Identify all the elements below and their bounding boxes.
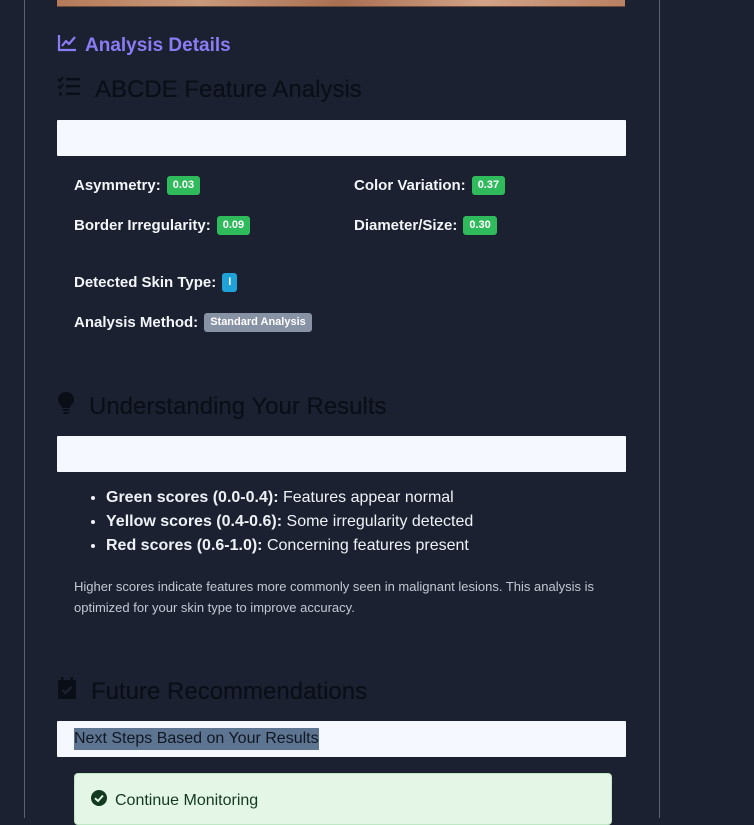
score-badge: 0.37 (471, 176, 506, 195)
score-badge: 0.30 (463, 216, 497, 235)
skin-type-badge: I (222, 273, 238, 292)
feature-diameter-size: Diameter/Size: 0.30 (354, 216, 497, 235)
feature-label: Asymmetry: (74, 177, 161, 194)
feature-label: Diameter/Size: (354, 217, 458, 234)
abcde-header-band (57, 120, 626, 156)
understanding-header-band (57, 436, 626, 472)
lesion-image (57, 0, 625, 7)
monitoring-alert: Continue Monitoring (74, 773, 612, 825)
list-item: Yellow scores (0.4-0.6): Some irregulari… (106, 512, 473, 532)
analysis-details-link[interactable]: Analysis Details (57, 34, 231, 58)
chart-line-icon (57, 34, 77, 58)
calendar-check-icon (57, 676, 77, 707)
analysis-method-badge: Standard Analysis (204, 313, 312, 332)
feature-border-irregularity: Border Irregularity: 0.09 (74, 216, 251, 235)
skin-type-label: Detected Skin Type: (74, 274, 217, 291)
understanding-section-title: Understanding Your Results (57, 391, 387, 422)
lightbulb-icon (57, 391, 75, 422)
feature-color-variation: Color Variation: 0.37 (354, 176, 506, 195)
score-legend-list: Green scores (0.0-0.4): Features appear … (74, 488, 473, 560)
feature-label: Color Variation: (354, 177, 466, 194)
next-steps-heading: Next Steps Based on Your Results (74, 728, 319, 750)
future-title: Future Recommendations (91, 677, 368, 705)
abcde-title: ABCDE Feature Analysis (95, 75, 362, 103)
analysis-details-label: Analysis Details (85, 35, 231, 56)
skin-type-row: Detected Skin Type: I (74, 273, 238, 292)
abcde-section-title: ABCDE Feature Analysis (57, 75, 362, 104)
feature-label: Border Irregularity: (74, 217, 211, 234)
results-note: Higher scores indicate features more com… (74, 579, 594, 615)
list-item: Green scores (0.0-0.4): Features appear … (106, 488, 473, 508)
score-badge: 0.03 (166, 176, 201, 195)
check-circle-icon (91, 790, 107, 811)
analysis-method-row: Analysis Method: Standard Analysis (74, 313, 312, 332)
feature-asymmetry: Asymmetry: 0.03 (74, 176, 201, 195)
understanding-title: Understanding Your Results (89, 392, 387, 420)
list-item: Red scores (0.6-1.0): Concerning feature… (106, 536, 473, 556)
list-check-icon (57, 75, 81, 104)
analysis-method-label: Analysis Method: (74, 314, 199, 331)
future-section-title: Future Recommendations (57, 676, 367, 707)
score-badge: 0.09 (216, 216, 251, 235)
